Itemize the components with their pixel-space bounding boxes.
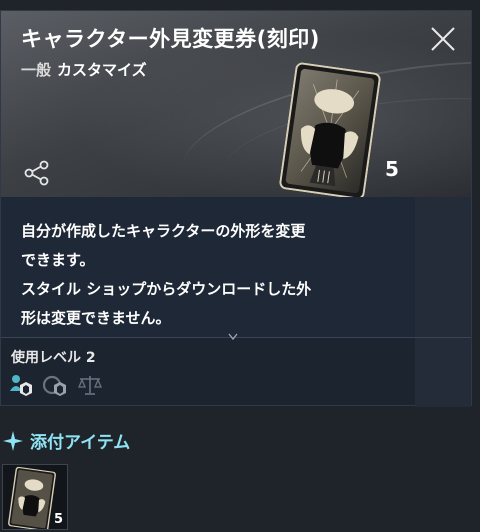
close-button[interactable] (415, 11, 471, 67)
character-bound-icon (10, 375, 32, 396)
attached-item-quantity: 5 (53, 512, 63, 527)
sparkle-icon (3, 430, 23, 451)
item-subcategory-label: カスタマイズ (57, 61, 147, 79)
item-quantity: 5 (385, 157, 399, 181)
close-icon[interactable] (429, 25, 457, 53)
item-title: キャラクター外見変更券(刻印) (21, 27, 320, 51)
appearance-ticket-icon (8, 466, 56, 529)
appearance-ticket-icon (279, 62, 381, 197)
item-category-label: 一般 (21, 61, 52, 79)
item-category: 一般 カスタマイズ (21, 59, 147, 80)
item-header: キャラクター外見変更券(刻印) 一般 カスタマイズ 5 (1, 11, 471, 197)
share-icon[interactable] (23, 159, 51, 187)
account-bound-icon (43, 375, 66, 396)
item-attribute-icons (9, 373, 103, 397)
item-tooltip-panel: キャラクター外見変更券(刻印) 一般 カスタマイズ 5 自分が作成したキャラクタ… (0, 10, 472, 407)
tradeable-scale-icon (78, 376, 102, 395)
attached-items-label: 添付アイテム (30, 433, 131, 453)
chevron-down-icon (228, 333, 238, 341)
required-level: 使用レベル 2 (11, 350, 96, 366)
item-description: 自分が作成したキャラクターの外形を変更 できます。 スタイル ショップからダウン… (21, 222, 312, 327)
attached-item-slot[interactable]: 5 (2, 464, 68, 530)
description-area: 自分が作成したキャラクターの外形を変更 できます。 スタイル ショップからダウン… (1, 197, 415, 337)
attached-items-header: 添付アイテム (0, 428, 130, 453)
